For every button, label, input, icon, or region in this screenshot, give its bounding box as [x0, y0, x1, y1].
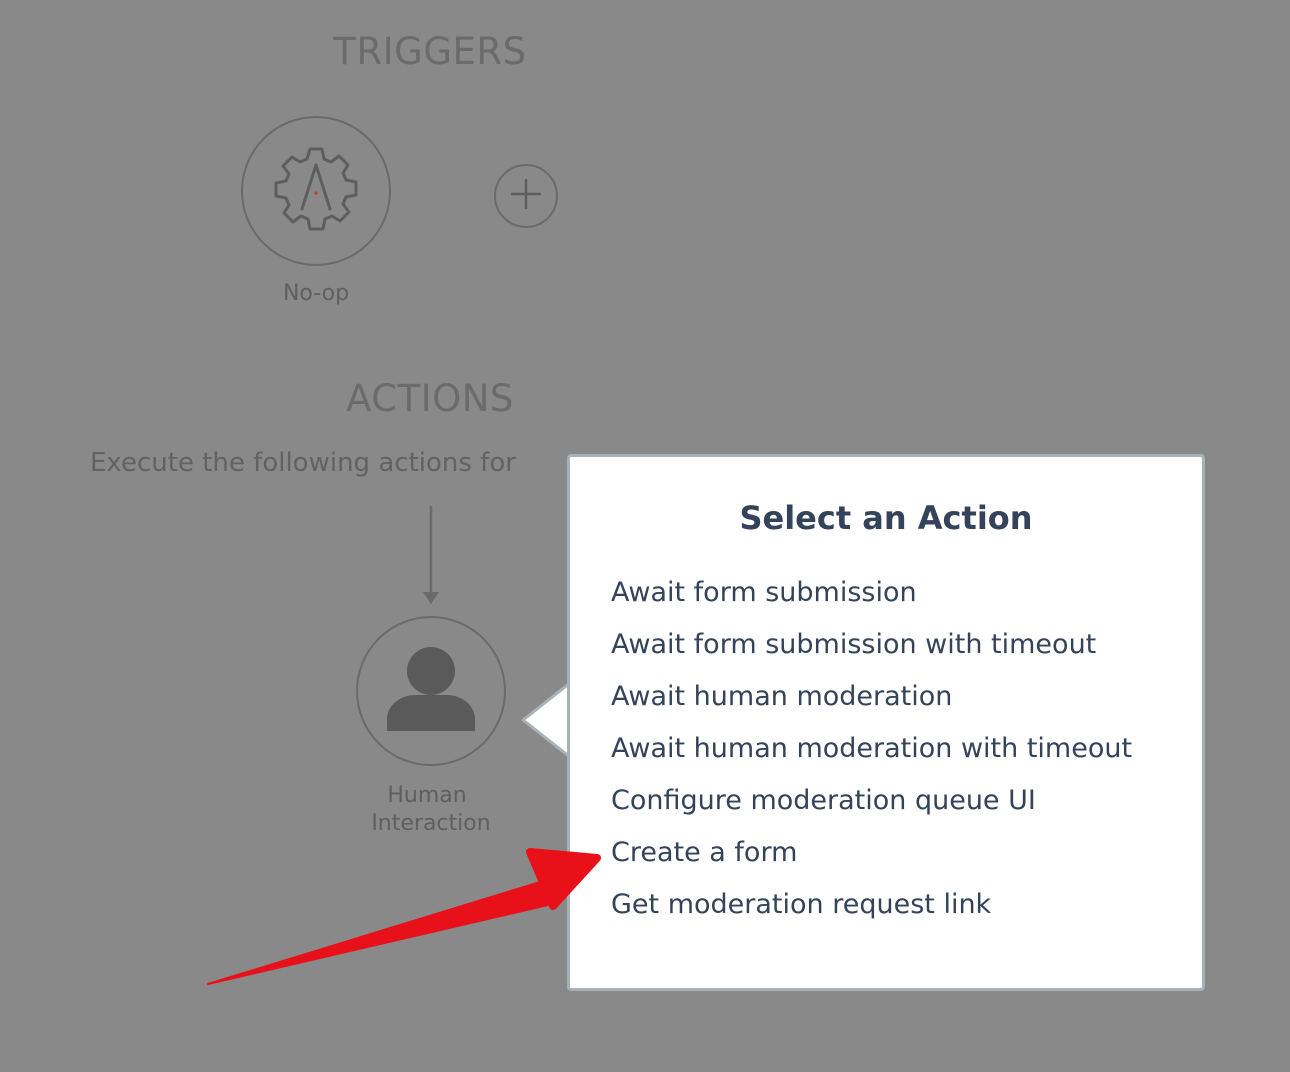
menu-item-await-human-moderation-timeout[interactable]: Await human moderation with timeout — [611, 729, 1132, 781]
action-node-human-interaction[interactable] — [356, 616, 506, 766]
trigger-node-noop[interactable] — [241, 116, 391, 266]
menu-item-await-form-submission-timeout[interactable]: Await form submission with timeout — [611, 625, 1132, 677]
action-node-label-line2: Interaction — [371, 811, 491, 836]
menu-item-get-moderation-request-link[interactable]: Get moderation request link — [611, 885, 1132, 937]
menu-item-configure-moderation-queue-ui[interactable]: Configure moderation queue UI — [611, 781, 1132, 833]
menu-item-create-a-form[interactable]: Create a form — [611, 833, 1132, 885]
flow-down-arrow-icon — [420, 504, 442, 610]
workflow-canvas: TRIGGERS No-op ACTIONS Execute the follo… — [0, 0, 1290, 1072]
person-icon — [381, 639, 481, 743]
menu-item-await-human-moderation[interactable]: Await human moderation — [611, 677, 1132, 729]
add-trigger-button[interactable] — [494, 164, 558, 228]
actions-heading: ACTIONS — [346, 377, 514, 420]
popover-title: Select an Action — [739, 499, 1033, 537]
gear-icon — [268, 141, 364, 241]
actions-description: Execute the following actions for — [90, 448, 516, 478]
menu-item-await-form-submission[interactable]: Await form submission — [611, 573, 1132, 625]
action-node-label: Human Interaction — [327, 782, 527, 838]
popover-pointer — [521, 683, 572, 757]
action-node-label-line1: Human — [387, 783, 467, 808]
select-action-popover: Select an Action Await form submission A… — [567, 454, 1205, 991]
plus-icon — [506, 174, 546, 218]
action-menu: Await form submission Await form submiss… — [611, 573, 1132, 937]
trigger-node-label: No-op — [282, 281, 350, 306]
triggers-heading: TRIGGERS — [333, 30, 527, 73]
